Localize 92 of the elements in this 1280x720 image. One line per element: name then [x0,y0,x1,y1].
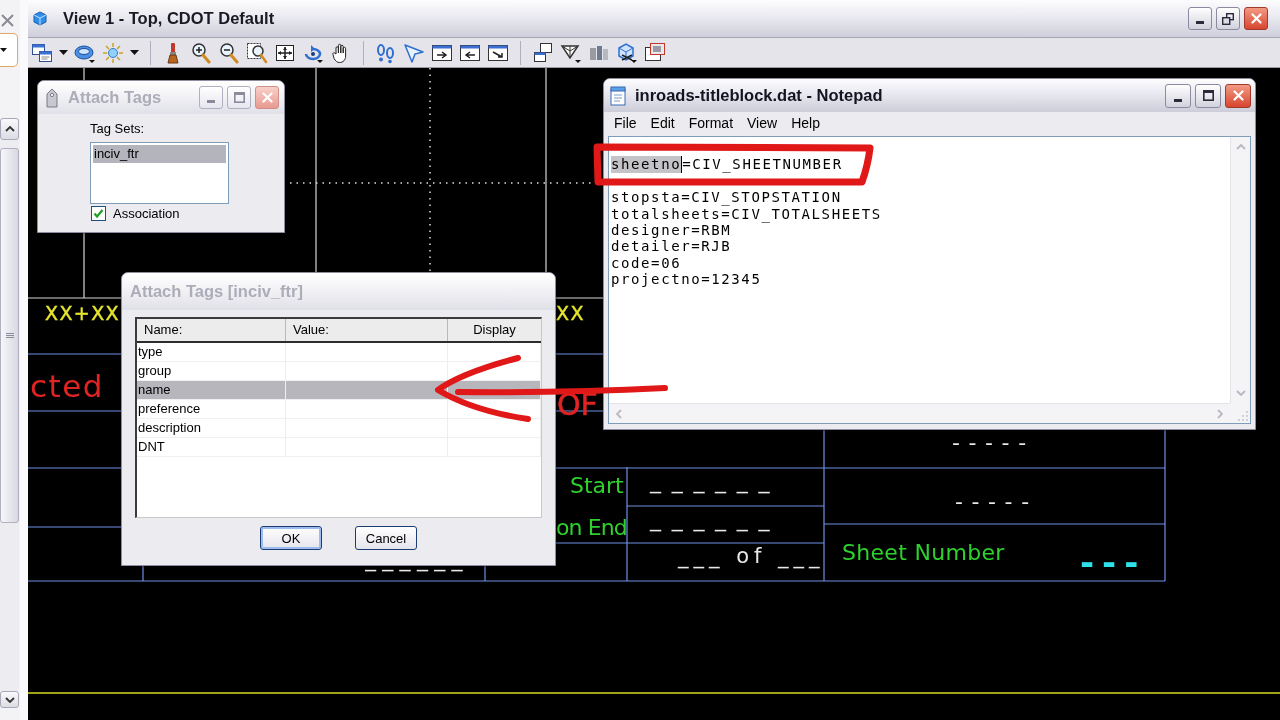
windows-icon[interactable] [532,41,554,64]
menu-item[interactable]: File [607,114,644,131]
restore-icon [1222,12,1234,25]
minimize-icon [1174,98,1182,102]
menu-item[interactable]: Help [784,114,827,131]
table-row[interactable]: preference [137,400,541,419]
table-row[interactable]: type [137,343,541,362]
menu-item[interactable]: View [740,114,785,131]
drawing-text: on End [556,514,627,542]
dropdown-field[interactable] [0,33,18,67]
window-title: inroads-titleblock.dat - Notepad [635,86,883,105]
window-title: View 1 - Top, CDOT Default [63,9,275,28]
cube-icon[interactable] [616,41,638,64]
restore-button[interactable] [1216,7,1240,30]
text-line: totalsheets=CIV_TOTALSHEETS [611,205,882,222]
drawing-text: ----- [955,488,1038,516]
tag-icon [45,87,59,108]
minimize-icon [1196,21,1204,24]
minimize-button[interactable] [1165,83,1191,108]
footprints-icon[interactable] [375,41,397,64]
zoom-out-icon[interactable] [218,41,240,64]
dialog-button[interactable]: Cancel [355,526,417,550]
text-line: code=06 [611,254,682,272]
text-line: stopsta=CIV_STOPSTATION [611,189,842,206]
drawing-text: cted [30,367,104,406]
drawing-text: ______ [650,467,781,496]
window-title: Attach Tags [inciv_ftr] [130,282,303,301]
resize-grip-icon[interactable] [1237,410,1248,421]
scroll-up-button[interactable] [0,118,19,140]
zoom-window-icon[interactable] [246,41,268,64]
sun-icon[interactable] [102,41,124,64]
drawing-text: Start [570,472,624,500]
caret-icon[interactable] [130,50,139,55]
minimize-icon [207,100,215,103]
scrollbar-thumb[interactable] [0,148,19,523]
chevron-up-icon [4,126,15,132]
text-line: designer=RBM [611,222,732,239]
selected-text: sheetno [611,156,683,173]
caret-icon[interactable] [0,48,7,52]
drawing-text: XX [556,301,585,326]
window-icon[interactable] [644,41,666,64]
tag-name-cell: type [137,343,286,362]
close-icon [1232,90,1244,101]
column-header[interactable]: Value: [286,319,448,341]
list-item[interactable]: inciv_ftr [93,145,226,163]
close-icon [1250,13,1262,24]
tag-name-cell: preference [137,400,286,419]
drawing-text: ______ [650,505,781,534]
maximize-icon [233,92,245,103]
drawing-text: ______ [365,566,469,574]
checkbox[interactable] [91,206,106,221]
window-title: Attach Tags [68,88,162,107]
close-button[interactable] [1244,7,1268,30]
minimize-button[interactable] [1188,7,1212,30]
windows-icon[interactable] [31,41,53,64]
menu-item[interactable]: Format [681,114,741,131]
pointer-icon[interactable] [403,41,425,64]
grip-icon [5,333,14,338]
maximize-button[interactable] [1195,83,1221,108]
drawing-text: Sheet Number [842,539,1005,567]
field-label: Tag Sets: [90,121,145,137]
table-row[interactable]: description [137,419,541,438]
tag-name-cell: DNT [137,438,286,457]
dialog-button[interactable]: OK [260,526,322,550]
column-header[interactable]: Display [448,319,541,341]
text-editor[interactable]: sheetno=CIV_SHEETNUMBER stopsta=CIV_STOPSTATION totalsheets=CIV_TOTALSHEETS designer=RBM detailer=RJB code=06 projectno=12345 [608,136,1251,424]
column-header[interactable]: Name: [137,319,286,341]
scroll-down-button[interactable] [0,691,19,708]
menu-item[interactable]: Edit [643,114,682,131]
caret-icon[interactable] [59,50,68,55]
close-icon[interactable] [1,14,14,27]
chevron-down-icon [4,696,15,703]
text-line: detailer=RJB [611,238,732,255]
cube-icon [33,11,47,26]
drawing-text: ----- [952,429,1035,457]
tag-name-cell: name [137,381,286,400]
drawing-text: XX+XX [45,301,120,326]
tag-name-cell: description [137,419,286,438]
close-icon [261,92,273,103]
zoom-in-icon[interactable] [190,41,212,64]
text-line: projectno=12345 [611,271,762,288]
notepad-icon [610,85,626,106]
drawing-text: --- [1080,541,1147,584]
table-row[interactable]: DNT [137,438,541,457]
close-button[interactable] [1225,83,1251,108]
drawing-text: ___ of ___ [678,543,825,571]
tag-sets-list[interactable]: inciv_ftr [90,142,229,204]
checkbox-label[interactable]: Association [113,206,180,221]
maximize-icon [1202,90,1214,101]
drawing-text: OF [557,386,598,424]
table-row[interactable]: name [137,381,541,400]
text-line: =CIV_SHEETNUMBER [682,156,843,173]
